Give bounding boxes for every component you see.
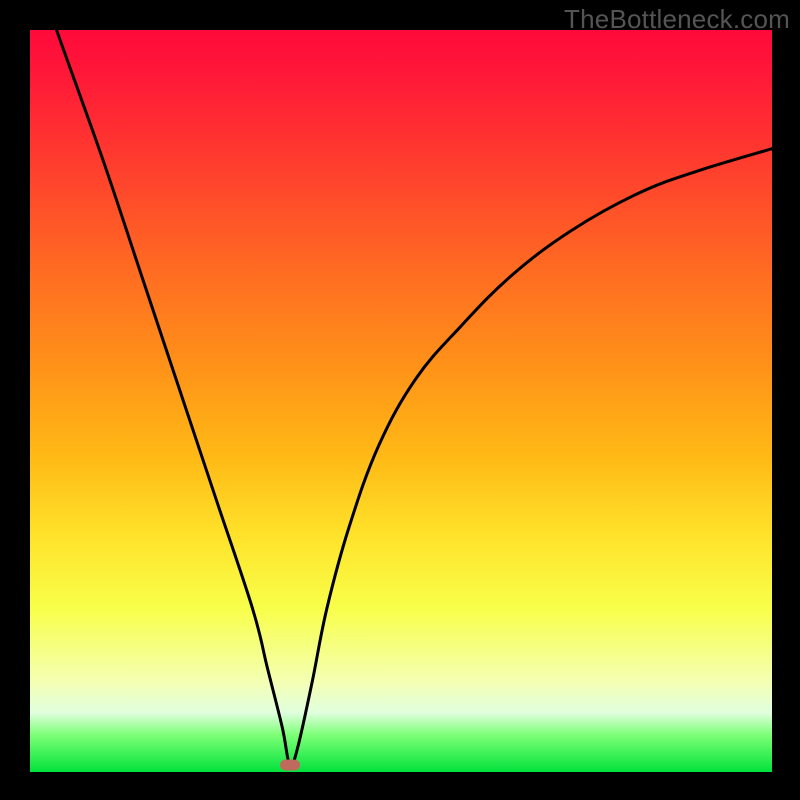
minimum-marker [280,759,300,770]
chart-canvas: TheBottleneck.com [0,0,800,800]
plot-outer-frame [30,30,772,772]
bottleneck-curve [30,30,772,772]
